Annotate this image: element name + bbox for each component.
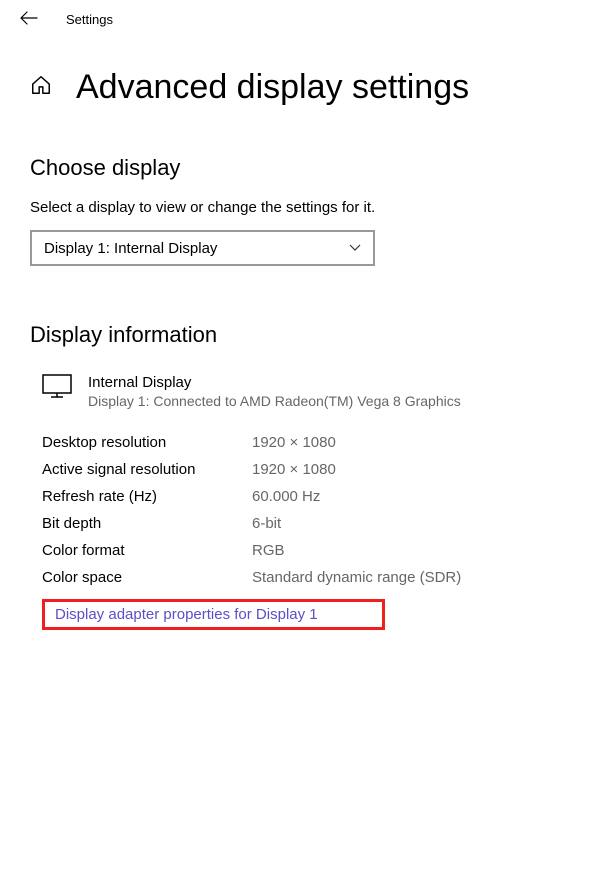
prop-value: Standard dynamic range (SDR) <box>252 569 461 586</box>
display-selector-value: Display 1: Internal Display <box>44 240 217 257</box>
chevron-down-icon <box>349 241 361 255</box>
table-row: Refresh rate (Hz) 60.000 Hz <box>42 483 584 510</box>
prop-label: Color space <box>42 569 252 586</box>
display-name: Internal Display <box>88 374 461 391</box>
prop-label: Refresh rate (Hz) <box>42 488 252 505</box>
table-row: Bit depth 6-bit <box>42 510 584 537</box>
display-adapter-properties-link[interactable]: Display adapter properties for Display 1 <box>55 606 372 623</box>
prop-value: 1920 × 1080 <box>252 434 336 451</box>
prop-label: Bit depth <box>42 515 252 532</box>
display-selector-dropdown[interactable]: Display 1: Internal Display <box>30 230 375 266</box>
table-row: Color format RGB <box>42 537 584 564</box>
display-information-heading: Display information <box>30 322 584 348</box>
table-row: Desktop resolution 1920 × 1080 <box>42 429 584 456</box>
choose-display-heading: Choose display <box>30 155 584 181</box>
prop-value: 1920 × 1080 <box>252 461 336 478</box>
back-arrow-icon[interactable] <box>12 5 46 34</box>
home-icon[interactable] <box>30 74 52 101</box>
prop-label: Color format <box>42 542 252 559</box>
prop-label: Desktop resolution <box>42 434 252 451</box>
page-title: Advanced display settings <box>76 68 469 107</box>
display-properties-table: Desktop resolution 1920 × 1080 Active si… <box>42 429 584 591</box>
highlight-box: Display adapter properties for Display 1 <box>42 599 385 630</box>
app-title: Settings <box>66 12 113 27</box>
prop-label: Active signal resolution <box>42 461 252 478</box>
display-connected-text: Display 1: Connected to AMD Radeon(TM) V… <box>88 393 461 409</box>
content-area: Advanced display settings Choose display… <box>0 38 614 630</box>
prop-value: RGB <box>252 542 285 559</box>
choose-display-subtext: Select a display to view or change the s… <box>30 199 584 216</box>
table-row: Active signal resolution 1920 × 1080 <box>42 456 584 483</box>
monitor-icon <box>42 374 72 403</box>
title-row: Advanced display settings <box>30 68 584 107</box>
prop-value: 60.000 Hz <box>252 488 320 505</box>
prop-value: 6-bit <box>252 515 281 532</box>
display-info-text: Internal Display Display 1: Connected to… <box>88 374 461 409</box>
topbar: Settings <box>0 0 614 38</box>
table-row: Color space Standard dynamic range (SDR) <box>42 564 584 591</box>
display-info-block: Internal Display Display 1: Connected to… <box>42 374 584 409</box>
